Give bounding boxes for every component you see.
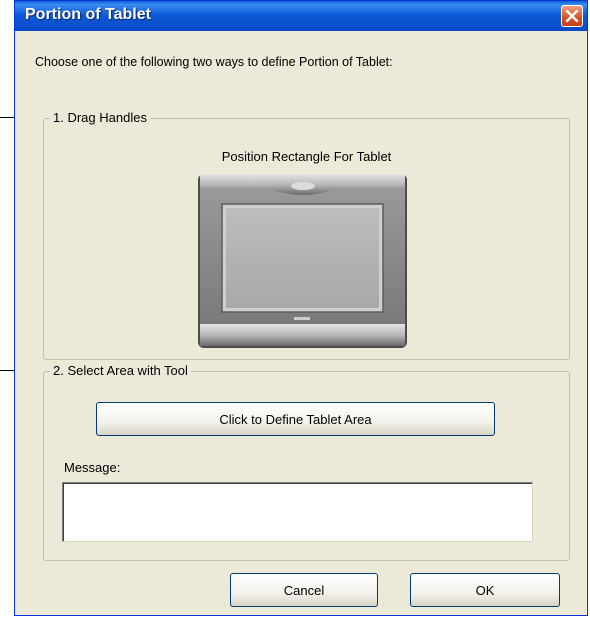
ok-button[interactable]: OK <box>410 573 560 607</box>
select-area-legend: 2. Select Area with Tool <box>50 363 191 378</box>
intro-text: Choose one of the following two ways to … <box>35 55 393 69</box>
window-title: Portion of Tablet <box>25 6 151 23</box>
title-bar[interactable]: Portion of Tablet <box>15 1 587 31</box>
define-tablet-area-button[interactable]: Click to Define Tablet Area <box>96 402 495 436</box>
select-area-group: 2. Select Area with Tool Click to Define… <box>43 363 570 561</box>
cancel-button[interactable]: Cancel <box>230 573 378 607</box>
message-field[interactable] <box>62 482 533 542</box>
message-label: Message: <box>64 460 121 475</box>
close-icon <box>565 9 579 23</box>
drag-handles-legend: 1. Drag Handles <box>50 110 150 125</box>
tablet-caption: Position Rectangle For Tablet <box>221 149 392 164</box>
close-button[interactable] <box>561 5 583 27</box>
drag-handles-group: 1. Drag Handles Position Rectangle For T… <box>43 110 570 360</box>
tablet-image[interactable] <box>196 174 409 349</box>
dialog-window: Portion of Tablet Choose one of the foll… <box>14 0 588 616</box>
